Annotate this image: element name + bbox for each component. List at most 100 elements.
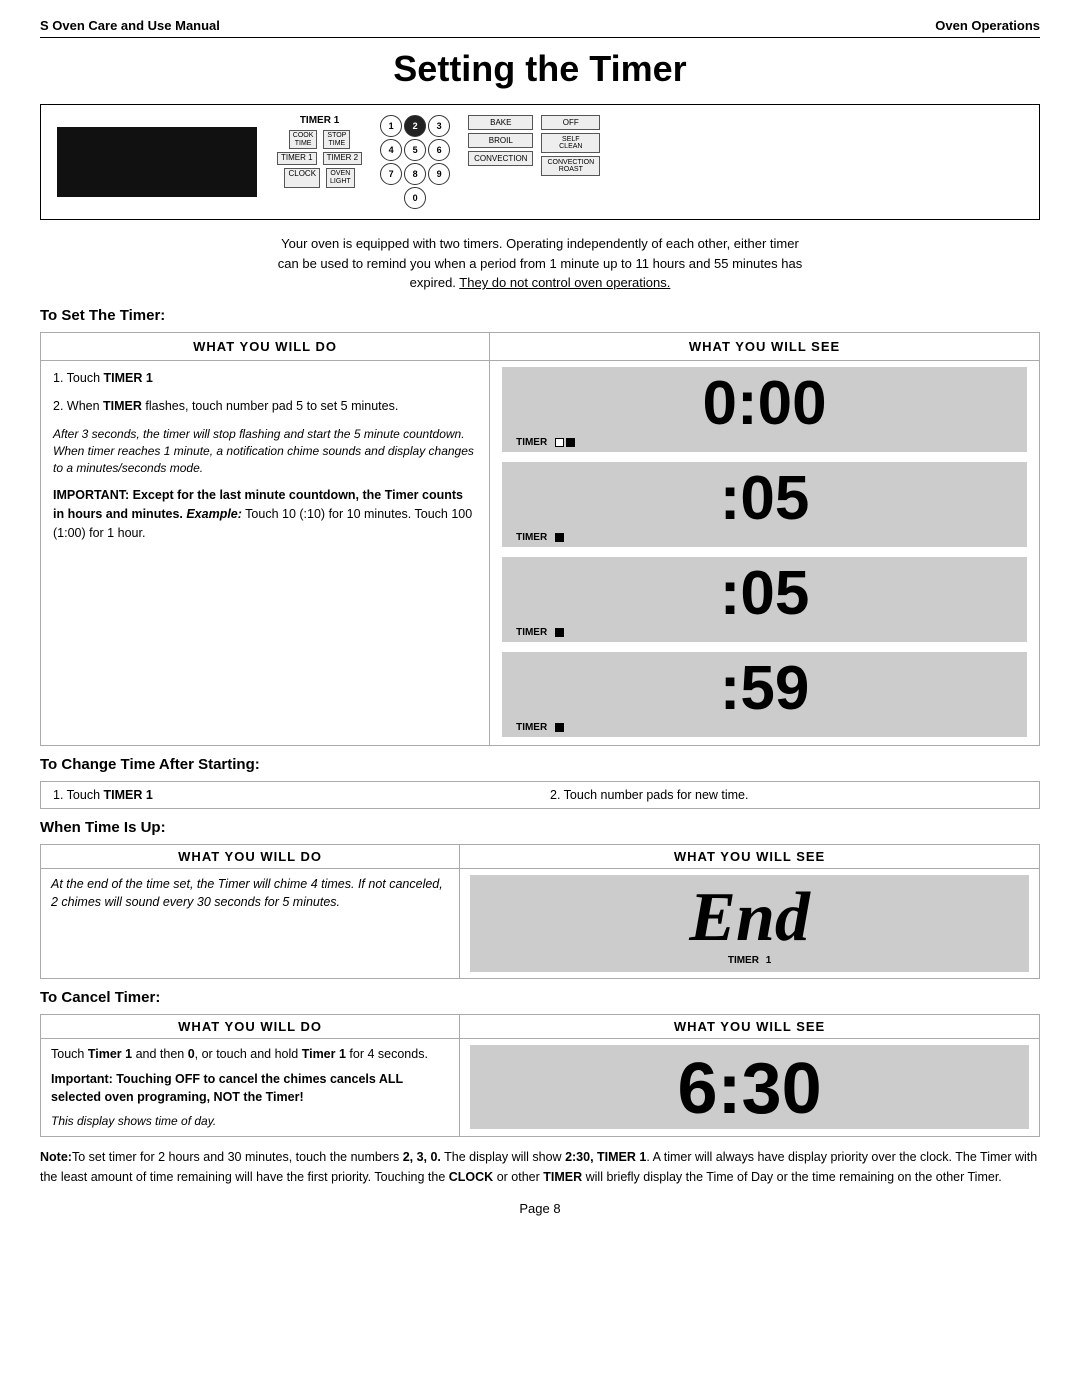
end-timer-number: 1 (766, 955, 772, 966)
display-digits-2: :05 (516, 468, 1013, 530)
when-col-see-header-text: WHAT YOU WILL SEE (470, 849, 1029, 864)
stop-time-btn[interactable]: STOPTIME (323, 130, 350, 149)
bake-btn[interactable]: BAKE (468, 115, 533, 130)
broil-btn[interactable]: BROIL (468, 133, 533, 148)
cancel-col-do-header-text: WHAT YOU WILL DO (51, 1019, 449, 1034)
when-time-up-table: WHAT YOU WILL DO WHAT YOU WILL SEE At th… (40, 844, 1040, 979)
off-btn[interactable]: OFF (541, 115, 600, 130)
cancel-italic-note: This display shows time of day. (51, 1112, 449, 1130)
when-col-see-header: WHAT YOU WILL SEE (460, 845, 1039, 868)
note-bold3: 2:30, TIMER 1 (565, 1150, 646, 1164)
cancel-bold3: Timer 1 (302, 1047, 346, 1061)
change-step1-bold: TIMER 1 (104, 788, 153, 802)
step1-bold: TIMER 1 (104, 371, 153, 385)
cook-stop-row: COOKTIME STOPTIME (289, 130, 351, 149)
italic-block: After 3 seconds, the timer will stop fla… (53, 426, 477, 476)
step2-plain2: flashes, touch number pad 5 to set 5 min… (142, 399, 398, 413)
timer-indicator-3 (555, 628, 564, 637)
timer-panel-label: TIMER 1 (300, 115, 339, 126)
cancel-plain1: Touch (51, 1047, 88, 1061)
intro-line3-underline: They do not control oven operations. (459, 275, 670, 290)
timer-sq-1a (555, 438, 564, 447)
timer-text-1: TIMER (516, 437, 547, 448)
timer-sq-2a (555, 533, 564, 542)
display-panel-1: 0:00 TIMER (502, 367, 1027, 452)
note-bold2: 2, 3, 0. (403, 1150, 441, 1164)
numpad-row-3: 7 8 9 (380, 163, 450, 185)
when-col-do-body: At the end of the time set, the Timer wi… (41, 869, 460, 978)
clock-btn[interactable]: CLOCK (284, 168, 320, 187)
note-bold5: TIMER (543, 1170, 582, 1184)
set-timer-table: WHAT YOU WILL DO WHAT YOU WILL SEE 1. To… (40, 332, 1040, 746)
display-digits-1: 0:00 (516, 373, 1013, 435)
cancel-body-row: Touch Timer 1 and then 0, or touch and h… (41, 1039, 1039, 1137)
when-header-row: WHAT YOU WILL DO WHAT YOU WILL SEE (41, 845, 1039, 868)
numpad-1[interactable]: 1 (380, 115, 402, 137)
change-time-col2: 2. Touch number pads for new time. (550, 788, 1027, 802)
cancel-body-do: Touch Timer 1 and then 0, or touch and h… (41, 1039, 460, 1137)
end-display: End TIMER 1 (470, 875, 1029, 972)
step1-para: 1. Touch TIMER 1 (53, 369, 477, 388)
page-wrapper: S Oven Care and Use Manual Oven Operatio… (0, 0, 1080, 1397)
numpad-row-0: 0 (404, 187, 426, 209)
timer-indicator-1 (555, 438, 575, 447)
page-number: Page 8 (40, 1201, 1040, 1216)
numpad-2[interactable]: 2 (404, 115, 426, 137)
change-time-heading: To Change Time After Starting: (40, 756, 1040, 773)
cancel-plain2: and then (132, 1047, 188, 1061)
oven-display-screen (57, 127, 257, 197)
numpad-0[interactable]: 0 (404, 187, 426, 209)
bottom-note: Note:To set timer for 2 hours and 30 min… (40, 1147, 1040, 1187)
numpad-6[interactable]: 6 (428, 139, 450, 161)
col-see-header-text: WHAT YOU WILL SEE (502, 339, 1027, 354)
control-panel: TIMER 1 COOKTIME STOPTIME TIMER 1 TIMER … (40, 104, 1040, 220)
when-italic-text: At the end of the time set, the Timer wi… (51, 875, 449, 913)
display-timer-label-1: TIMER (516, 437, 1013, 448)
cancel-col-see-header-text: WHAT YOU WILL SEE (470, 1019, 1029, 1034)
col-do-header-text: WHAT YOU WILL DO (53, 339, 477, 354)
note-plain2: The display will show (441, 1150, 565, 1164)
set-timer-table-body: 1. Touch TIMER 1 2. When TIMER flashes, … (41, 361, 1039, 745)
numpad-9[interactable]: 9 (428, 163, 450, 185)
numpad-4[interactable]: 4 (380, 139, 402, 161)
timer-text-3: TIMER (516, 627, 547, 638)
step2-plain1: 2. When (53, 399, 103, 413)
panel-controls: TIMER 1 COOKTIME STOPTIME TIMER 1 TIMER … (277, 115, 1023, 209)
numpad-row-1: 1 2 3 (380, 115, 450, 137)
col-see-body: 0:00 TIMER :05 TIMER (490, 361, 1039, 745)
numpad-5[interactable]: 5 (404, 139, 426, 161)
convection-btn[interactable]: CONVECTION (468, 151, 533, 166)
numpad-3[interactable]: 3 (428, 115, 450, 137)
convection-roast-btn[interactable]: CONVECTIONROAST (541, 156, 600, 176)
cancel-bold1: Timer 1 (88, 1047, 132, 1061)
timer2-btn[interactable]: TIMER 2 (323, 152, 363, 165)
oven-light-btn[interactable]: OVENLIGHT (326, 168, 355, 187)
right-col-2: OFF SELFCLEAN CONVECTIONROAST (541, 115, 600, 176)
right-col-1: BAKE BROIL CONVECTION (468, 115, 533, 176)
display-timer-label-2: TIMER (516, 532, 1013, 543)
cancel-timer-heading: To Cancel Timer: (40, 989, 1040, 1006)
when-time-up-heading: When Time Is Up: (40, 819, 1040, 836)
intro-line1: Your oven is equipped with two timers. O… (281, 236, 799, 251)
cancel-inner-col-do: WHAT YOU WILL DO (41, 1015, 460, 1038)
change-time-row: 1. Touch TIMER 1 2. Touch number pads fo… (40, 781, 1040, 809)
end-timer-text: TIMER (728, 955, 759, 966)
display-digits-4: :59 (516, 658, 1013, 720)
col-see-header: WHAT YOU WILL SEE (490, 333, 1039, 360)
time-630-text: 6:30 (484, 1053, 1015, 1125)
when-col-do-header: WHAT YOU WILL DO (41, 845, 460, 868)
timer-label-area: TIMER 1 COOKTIME STOPTIME TIMER 1 TIMER … (277, 115, 362, 188)
note-plain4: or other (493, 1170, 543, 1184)
numpad-8[interactable]: 8 (404, 163, 426, 185)
header-right: Oven Operations (935, 18, 1040, 33)
cook-time-btn[interactable]: COOKTIME (289, 130, 318, 149)
col-do-body: 1. Touch TIMER 1 2. When TIMER flashes, … (41, 361, 490, 745)
numpad-7[interactable]: 7 (380, 163, 402, 185)
important-block: IMPORTANT: Except for the last minute co… (53, 486, 477, 542)
self-clean-btn[interactable]: SELFCLEAN (541, 133, 600, 153)
note-bold4: CLOCK (449, 1170, 493, 1184)
timer1-btn[interactable]: TIMER 1 (277, 152, 317, 165)
timer-text-2: TIMER (516, 532, 547, 543)
change-time-col1: 1. Touch TIMER 1 (53, 788, 530, 802)
display-timer-label-4: TIMER (516, 722, 1013, 733)
